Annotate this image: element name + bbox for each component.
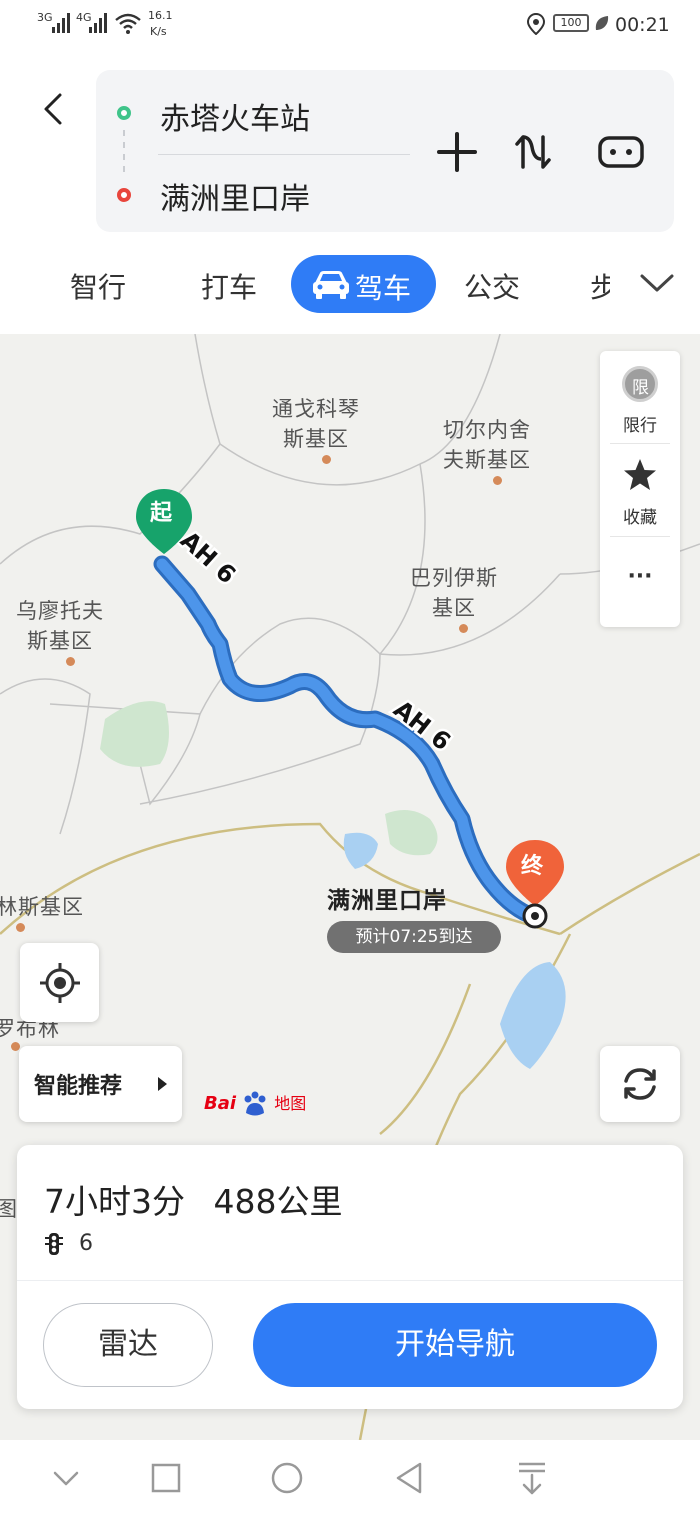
location-icon	[527, 13, 545, 35]
end-dot	[117, 188, 131, 202]
eta-text: 预计07:25到达	[355, 927, 473, 947]
locate-button[interactable]	[20, 943, 99, 1022]
start-navigation-label: 开始导航	[395, 1327, 515, 1362]
route-settings-button[interactable]	[596, 127, 646, 177]
back-nav-icon[interactable]	[393, 1461, 425, 1495]
traffic-light-icon	[45, 1233, 63, 1255]
smart-recommend-button[interactable]: 智能推荐	[19, 1046, 182, 1122]
leaf-icon	[595, 16, 609, 30]
paw-icon	[244, 1091, 266, 1115]
network-label-1: 3G	[37, 11, 53, 24]
route-connector	[123, 166, 125, 172]
map-label-district: 林斯基区	[0, 895, 84, 919]
map-label-district: 切尔内舍 夫斯基区	[443, 418, 531, 472]
eta-badge: 预计07:25到达	[327, 921, 501, 953]
route-connector	[123, 154, 125, 160]
add-waypoint-button[interactable]	[432, 127, 482, 177]
more-tabs-button[interactable]	[632, 262, 682, 306]
signal-icon	[52, 13, 70, 33]
start-marker-label: 起	[150, 501, 173, 526]
divider	[158, 154, 410, 155]
logo-text: Bai	[204, 1093, 237, 1114]
route-summary: 7小时3分 488公里	[44, 1175, 343, 1223]
clock: 00:21	[615, 14, 670, 36]
baidu-logo: Bai 地图	[204, 1090, 306, 1119]
route-connector	[123, 130, 125, 136]
tab-walk-label: 步	[590, 271, 610, 302]
refresh-route-button[interactable]	[600, 1046, 680, 1122]
restrict-icon: 限	[622, 366, 658, 402]
tab-smart-travel[interactable]: 智行	[70, 266, 126, 306]
tab-drive-label: 驾车	[355, 272, 412, 305]
district-dot	[459, 624, 468, 633]
smart-recommend-label: 智能推荐	[34, 1074, 123, 1099]
district-dot	[11, 1042, 20, 1051]
traffic-lights-info: 6	[44, 1231, 93, 1256]
map-label-district: 图	[0, 1197, 18, 1221]
traffic-restriction-button[interactable]: 限 限行	[600, 359, 680, 445]
more-icon: ···	[627, 564, 653, 589]
signal-icon	[89, 13, 107, 33]
wifi-icon	[115, 13, 141, 34]
district-dot	[16, 923, 25, 932]
battery-icon: 100	[553, 14, 589, 32]
nav-hide-icon[interactable]	[50, 1464, 82, 1492]
system-nav-bar	[0, 1440, 700, 1516]
route-distance: 488公里	[213, 1182, 343, 1221]
restrict-badge-text: 限	[632, 378, 649, 398]
favorite-label: 收藏	[623, 508, 657, 528]
start-dot	[117, 106, 131, 120]
destination-label: 满洲里口岸	[327, 888, 447, 914]
settings-icon	[598, 136, 644, 168]
route-input-panel: 赤塔火车站 满洲里口岸	[96, 70, 674, 232]
battery-level: 100	[560, 16, 582, 29]
end-location-input[interactable]: 满洲里口岸	[160, 174, 310, 218]
district-dot	[493, 476, 502, 485]
map-label-district: 乌廖托夫 斯基区	[16, 599, 104, 653]
chevron-down-icon	[640, 274, 674, 292]
more-options-button[interactable]: ···	[600, 546, 680, 616]
tab-bus[interactable]: 公交	[464, 266, 520, 306]
caret-right-icon	[158, 1077, 167, 1091]
tab-walk[interactable]: 步	[590, 262, 610, 302]
back-icon	[44, 93, 62, 125]
refresh-icon	[624, 1068, 656, 1100]
map-tools-panel: 限 限行 收藏 ···	[600, 351, 680, 627]
network-speed-unit: K/s	[150, 25, 167, 38]
divider	[610, 536, 670, 537]
divider	[610, 443, 670, 444]
network-speed: 16.1	[148, 9, 173, 22]
logo-text: 地图	[274, 1094, 307, 1113]
route-summary-card[interactable]: 7小时3分 488公里 6 雷达 开始导航	[17, 1145, 683, 1409]
district-dot	[322, 455, 331, 464]
route-connector	[123, 142, 125, 148]
favorite-button[interactable]: 收藏	[600, 451, 680, 537]
tab-taxi[interactable]: 打车	[201, 266, 257, 306]
back-button[interactable]	[30, 85, 78, 133]
car-icon	[313, 271, 349, 299]
radar-button[interactable]: 雷达	[43, 1303, 213, 1387]
map-label-district: 巴列伊斯 基区	[410, 566, 498, 620]
home-icon[interactable]	[270, 1461, 304, 1495]
status-bar: 3G 4G 16.1 K/s 100 00:21	[0, 0, 700, 50]
start-navigation-button[interactable]: 开始导航	[253, 1303, 657, 1387]
add-icon	[437, 132, 477, 172]
star-icon	[624, 459, 656, 490]
swap-icon	[515, 135, 551, 169]
swap-route-button[interactable]	[508, 127, 558, 177]
recent-apps-icon[interactable]	[150, 1462, 182, 1494]
notification-pull-icon[interactable]	[515, 1460, 549, 1496]
map-label-district: 通戈科琴 斯基区	[272, 397, 360, 451]
traffic-light-count: 6	[79, 1231, 93, 1256]
end-marker-label: 终	[521, 854, 544, 879]
restrict-label: 限行	[623, 416, 657, 436]
divider	[17, 1280, 683, 1281]
start-location-input[interactable]: 赤塔火车站	[160, 94, 310, 138]
locate-icon	[40, 963, 80, 1003]
district-dot	[66, 657, 75, 666]
radar-label: 雷达	[98, 1327, 158, 1362]
route-duration: 7小时3分	[44, 1182, 185, 1221]
tab-drive[interactable]: 驾车	[291, 255, 436, 313]
